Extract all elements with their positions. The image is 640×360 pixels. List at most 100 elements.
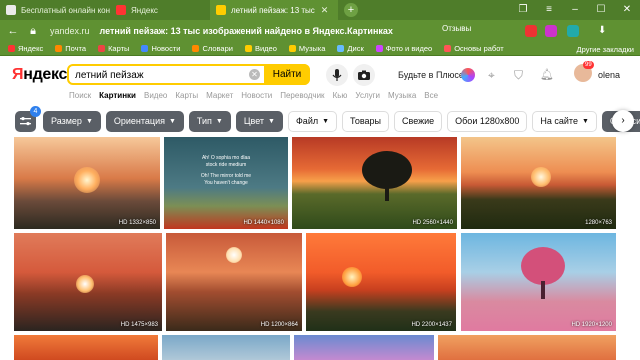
service-market[interactable]: Маркет xyxy=(206,91,233,100)
url-title[interactable]: летний пейзаж: 13 тыс изображений найден… xyxy=(100,26,393,36)
service-search[interactable]: Поиск xyxy=(69,91,91,100)
reviews-button[interactable]: Отзывы xyxy=(442,24,471,33)
lock-icon[interactable]: 🔒︎ xyxy=(26,25,40,38)
bookmarks-window-icon[interactable]: ❐ xyxy=(510,0,536,20)
image-result[interactable] xyxy=(294,335,434,360)
find-button[interactable]: Найти xyxy=(264,64,310,85)
back-icon[interactable]: ← xyxy=(6,25,20,37)
search-input[interactable] xyxy=(75,68,245,82)
chevron-down-icon: ▼ xyxy=(168,117,176,125)
filter-size[interactable]: Размер ▼ xyxy=(43,110,101,132)
images-favicon-icon xyxy=(216,5,226,15)
chevron-right-icon[interactable]: › xyxy=(612,110,634,132)
plus-promo-text[interactable]: Будьте в Плюсе xyxy=(398,70,464,80)
tab-3-label: летний пейзаж: 13 тыс xyxy=(231,5,315,15)
filter-goods[interactable]: Товары xyxy=(342,110,390,132)
minimize-icon[interactable]: – xyxy=(562,0,588,20)
service-all[interactable]: Все xyxy=(424,91,438,100)
service-video[interactable]: Видео xyxy=(144,91,167,100)
bookmark-item[interactable]: Новости xyxy=(141,44,180,53)
image-result[interactable]: HD 2560×1440 xyxy=(292,137,457,229)
filter-color[interactable]: Цвет ▼ xyxy=(235,110,283,132)
bookmark-item[interactable]: Фото и видео xyxy=(375,44,432,53)
sun-glow xyxy=(226,247,242,263)
chevron-down-icon: ▼ xyxy=(268,117,275,125)
address-bar: ← 🔒︎ yandex.ru летний пейзаж: 13 тыс изо… xyxy=(0,20,640,42)
bookmark-item[interactable]: Видео xyxy=(244,44,277,53)
chevron-down-icon: ▼ xyxy=(215,117,223,125)
service-news[interactable]: Новости xyxy=(241,91,272,100)
image-result[interactable]: HD 1200×864 xyxy=(166,233,302,331)
image-result[interactable] xyxy=(14,335,158,360)
voice-search-button[interactable] xyxy=(326,64,348,86)
shield-icon[interactable]: ⛉ xyxy=(514,68,528,82)
tab-3[interactable]: летний пейзаж: 13 тыс ✕ xyxy=(210,0,338,20)
image-resolution: HD 1440×1080 xyxy=(243,220,284,226)
tree-trunk xyxy=(541,281,545,299)
plus-icon[interactable] xyxy=(461,68,475,82)
download-icon[interactable]: ⬇ xyxy=(598,25,610,37)
clear-search-icon[interactable]: ✕ xyxy=(249,69,260,80)
url-host[interactable]: yandex.ru xyxy=(50,26,90,36)
chevron-down-icon: ▼ xyxy=(85,117,93,125)
tab-2[interactable]: Яндекс xyxy=(110,0,210,20)
bell-icon[interactable]: 🔔︎ xyxy=(540,68,554,82)
tab-1[interactable]: Бесплатный онлайн конс xyxy=(0,0,110,20)
filter-file[interactable]: Файл ▼ xyxy=(287,110,338,132)
service-q[interactable]: Кью xyxy=(333,91,348,100)
filter-on-site[interactable]: На сайте ▼ xyxy=(532,110,597,132)
image-result[interactable]: 1280×763 xyxy=(461,137,616,229)
yandex-header: Яндекс ✕ Найти Будьте в Плюсе ⌖ ⛉ 🔔︎ 99 … xyxy=(0,56,640,108)
tab-favicon-icon xyxy=(6,5,16,15)
video-bookmark-icon xyxy=(244,45,252,52)
filter-count-badge: 4 xyxy=(30,105,41,117)
pink-tree xyxy=(521,247,565,285)
maximize-icon[interactable]: ☐ xyxy=(588,0,614,20)
bookmark-item[interactable]: Яндекс xyxy=(8,44,43,53)
tag-icon[interactable]: ⌖ xyxy=(488,68,502,82)
services-nav: Поиск Картинки Видео Карты Маркет Новост… xyxy=(69,91,446,100)
service-images[interactable]: Картинки xyxy=(99,91,136,100)
image-result[interactable] xyxy=(438,335,616,360)
filter-fresh[interactable]: Свежие xyxy=(394,110,443,132)
image-result[interactable]: HD 1332×850 xyxy=(14,137,160,229)
search-box: ✕ Найти xyxy=(67,64,310,85)
yandex-logo[interactable]: Яндекс xyxy=(12,66,67,84)
image-result[interactable] xyxy=(162,335,290,360)
bookmark-item[interactable]: Словари xyxy=(192,44,233,53)
service-uslugi[interactable]: Услуги xyxy=(355,91,380,100)
service-maps[interactable]: Карты xyxy=(175,91,198,100)
image-search-button[interactable] xyxy=(353,64,375,86)
service-music[interactable]: Музыка xyxy=(388,91,416,100)
adblock-extension-icon[interactable] xyxy=(525,25,537,37)
bookmark-item[interactable]: Почта xyxy=(55,44,86,53)
filter-settings-button[interactable]: 4 xyxy=(15,105,41,132)
service-translator[interactable]: Переводчик xyxy=(280,91,324,100)
news-bookmark-icon xyxy=(141,45,149,52)
image-resolution: HD 2200×1437 xyxy=(411,322,452,328)
filter-orientation[interactable]: Ориентация ▼ xyxy=(105,110,184,132)
bookmark-item[interactable]: Диск xyxy=(337,44,364,53)
image-result[interactable]: HD 2200×1437 xyxy=(306,233,456,331)
filter-type[interactable]: Тип ▼ xyxy=(188,110,231,132)
extension-3-icon[interactable] xyxy=(567,25,579,37)
mail-bookmark-icon xyxy=(55,45,63,52)
bookmarks-bar: Яндекс Почта Карты Новости Словари Видео… xyxy=(0,42,640,56)
menu-icon[interactable]: ≡ xyxy=(536,0,562,20)
bookmark-item[interactable]: Карты xyxy=(98,44,129,53)
notification-badge: 99 xyxy=(583,61,594,69)
image-result[interactable]: Ah! O sophia mo dlaa stock ride medium O… xyxy=(164,137,288,229)
tab-1-label: Бесплатный онлайн конс xyxy=(21,5,110,15)
extension-2-icon[interactable] xyxy=(545,25,557,37)
image-result[interactable]: HD 1920×1200 xyxy=(461,233,616,331)
other-bookmarks[interactable]: Другие закладки xyxy=(577,42,634,56)
new-tab-button[interactable]: + xyxy=(344,3,358,17)
yandex-favicon-icon xyxy=(116,5,126,15)
filter-wallpaper[interactable]: Обои 1280x800 xyxy=(447,110,528,132)
close-window-icon[interactable]: ✕ xyxy=(614,0,640,20)
bookmark-item[interactable]: Музыка xyxy=(288,44,325,53)
close-tab-icon[interactable]: ✕ xyxy=(321,5,329,16)
user-name[interactable]: olena xyxy=(598,70,620,80)
bookmark-item[interactable]: Основы работ xyxy=(444,44,504,53)
image-result[interactable]: HD 1475×983 xyxy=(14,233,162,331)
